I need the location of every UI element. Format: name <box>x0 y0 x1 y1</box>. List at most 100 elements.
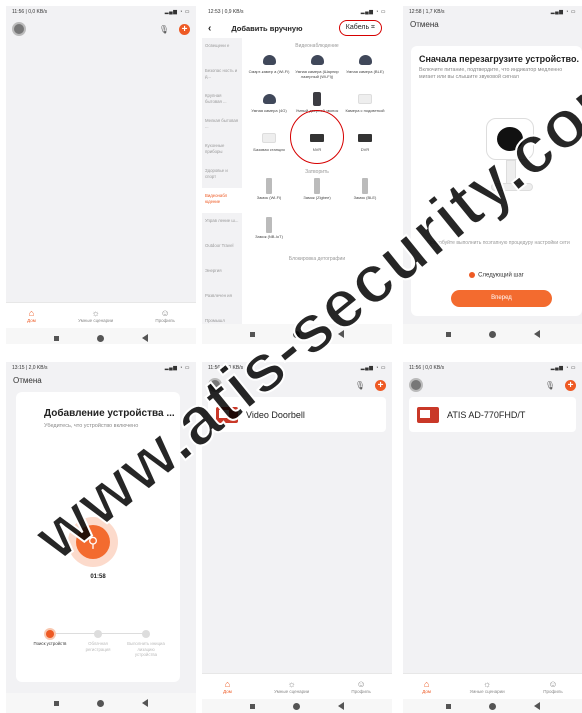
phone-home-atis: 11:56 | 0,0 KB/s ▂▄▆ ◔ ▭ 🎙 + ATIS AD-770FH… <box>403 362 582 713</box>
device-item[interactable]: Камера с подсветкой <box>342 92 388 128</box>
home-nav-icon[interactable] <box>488 330 496 338</box>
profile-icon: ☺ <box>356 679 366 689</box>
countdown-timer: 01:58 <box>90 574 106 580</box>
cable-tab[interactable]: Кабель ⌗ <box>338 20 382 36</box>
dvr-icon <box>358 134 372 142</box>
sun-icon: ☼ <box>287 679 296 689</box>
add-device-button[interactable]: + <box>179 23 190 35</box>
mic-icon[interactable]: 🎙 <box>159 25 169 34</box>
step-item: Поиск устройств <box>30 630 70 658</box>
device-item[interactable]: Смарт-камер а (Wi-Fi) <box>246 53 292 89</box>
device-card[interactable]: ATIS AD-770FHD/T <box>409 397 576 432</box>
home-icon: ⌂ <box>224 679 231 689</box>
device-item[interactable]: Умная камера (Шарнир лазерный (Wi-Fi)) <box>294 53 340 89</box>
device-item[interactable]: Замок (BLE) <box>342 178 388 215</box>
back-nav-icon[interactable] <box>533 702 540 710</box>
avatar[interactable] <box>12 22 26 36</box>
floodlight-camera-icon <box>358 94 372 104</box>
signal-icon: ▂▄▆ ◔ ▭ <box>550 365 576 371</box>
recent-apps-icon[interactable] <box>250 703 255 709</box>
home-icon: ⌂ <box>28 308 35 318</box>
device-item[interactable]: Замок (Zigbee) <box>294 178 340 215</box>
tab-scenes[interactable]: ☼ Умные сценарии <box>274 679 309 694</box>
recent-apps-icon[interactable] <box>54 335 59 341</box>
tab-bar: ⌂ Дом ☼ Умные сценарии ☺ Профиль <box>202 673 392 699</box>
category-item[interactable]: Здоровье и спорт <box>202 163 242 188</box>
profile-icon: ☺ <box>548 679 558 689</box>
status-time: 11:56 | 0,0 KB/s <box>409 365 445 371</box>
sun-icon: ☼ <box>483 679 492 689</box>
category-item[interactable]: Освещени е <box>202 38 242 63</box>
status-time: 11:56 | 0,0 KB/s <box>12 9 48 15</box>
tab-bar: ⌂ Дом ☼ Умные сценарии ☺ Профиль <box>6 302 196 328</box>
device-item[interactable]: Базовая станция <box>246 131 292 167</box>
doorbell-icon <box>313 92 321 106</box>
device-item[interactable]: Умная камера (BLE) <box>342 53 388 89</box>
tab-home[interactable]: ⌂ Дом <box>422 679 431 694</box>
forward-button[interactable]: Вперед <box>451 290 552 307</box>
cancel-button[interactable]: Отмена <box>403 18 582 31</box>
profile-icon: ☺ <box>160 308 170 318</box>
step-item: Облачная регистрация <box>78 630 118 658</box>
tab-profile[interactable]: ☺ Профиль <box>351 679 370 694</box>
avatar[interactable] <box>409 378 423 392</box>
tab-scenes[interactable]: ☼ Умные сценарии <box>470 679 505 694</box>
signal-icon: ▂▄▆ ◔ ▭ <box>550 9 576 15</box>
home-nav-icon[interactable] <box>97 699 104 707</box>
home-nav-icon[interactable] <box>97 334 104 342</box>
status-time: 12:53 | 0,9 KB/s <box>208 9 244 15</box>
recent-apps-icon[interactable] <box>445 703 451 709</box>
back-nav-icon[interactable] <box>338 702 344 710</box>
back-icon[interactable]: ‹ <box>208 23 211 34</box>
signal-icon: ▂▄▆ ◔ ▭ <box>360 9 386 15</box>
category-item[interactable]: Развлечен ия <box>202 288 242 313</box>
device-item[interactable]: Замок (Wi-Fi) <box>246 178 292 215</box>
lock-icon <box>362 178 368 194</box>
category-item-video[interactable]: Видеонабл юдение <box>202 188 242 213</box>
annotation-circle <box>290 110 344 164</box>
back-nav-icon[interactable] <box>533 330 540 338</box>
recent-apps-icon[interactable] <box>445 331 451 337</box>
recent-apps-icon[interactable] <box>54 700 59 706</box>
home-nav-icon[interactable] <box>488 702 496 710</box>
category-item[interactable]: Безопас ность и д... <box>202 63 242 88</box>
progress-steps: Поиск устройств Облачная регистрация Вып… <box>30 630 166 658</box>
add-device-button[interactable]: + <box>375 379 386 391</box>
sun-icon: ☼ <box>91 308 100 318</box>
tab-profile[interactable]: ☺ Профиль <box>155 308 174 323</box>
system-nav-bar <box>6 693 196 713</box>
phone-home-empty: 11:56 | 0,0 KB/s ▂▄▆ ◔ ▭ 🎙 + ⌂ Дом ☼ Умные с… <box>6 6 196 344</box>
page-title: Добавить вручную <box>231 23 303 33</box>
check-icon <box>469 272 476 278</box>
home-icon: ⌂ <box>423 679 430 689</box>
category-item[interactable]: Управ ление ш... <box>202 213 242 238</box>
category-item[interactable]: Мелкая бытовая ... <box>202 113 242 138</box>
category-item[interactable]: Энергия <box>202 263 242 288</box>
back-nav-icon[interactable] <box>142 699 148 707</box>
category-item[interactable]: Кухонные приборы <box>202 138 242 163</box>
tab-home[interactable]: ⌂ Дом <box>27 308 36 323</box>
mic-icon[interactable]: 🎙 <box>545 381 555 390</box>
system-nav-bar <box>403 699 582 713</box>
back-nav-icon[interactable] <box>142 334 148 342</box>
category-list: Освещени е Безопас ность и д... Крупная … <box>202 38 242 329</box>
system-nav-bar <box>6 328 196 344</box>
system-nav-bar <box>202 699 392 713</box>
signal-icon: ▂▄▆ ◔ ▭ <box>360 365 386 371</box>
system-nav-bar <box>403 324 582 344</box>
base-station-icon <box>262 133 276 143</box>
cancel-button[interactable]: Отмена <box>6 374 196 387</box>
category-item[interactable]: Outdoor Travel <box>202 238 242 263</box>
mic-icon[interactable]: 🎙 <box>355 381 365 390</box>
tab-profile[interactable]: ☺ Профиль <box>543 679 562 694</box>
tab-home[interactable]: ⌂ Дом <box>223 679 232 694</box>
camera-icon <box>358 55 372 65</box>
category-item[interactable]: Крупная бытовая ... <box>202 88 242 113</box>
device-item[interactable]: DVR <box>342 131 388 167</box>
home-nav-icon[interactable] <box>293 702 300 710</box>
device-item[interactable]: Замок (NB-IoT) <box>246 217 292 254</box>
add-device-button[interactable]: + <box>565 379 576 391</box>
scan-icon: ⌗ <box>371 24 375 31</box>
tab-scenes[interactable]: ☼ Умные сценарии <box>78 308 113 323</box>
device-item[interactable]: Умная камера (4G) <box>246 92 292 128</box>
